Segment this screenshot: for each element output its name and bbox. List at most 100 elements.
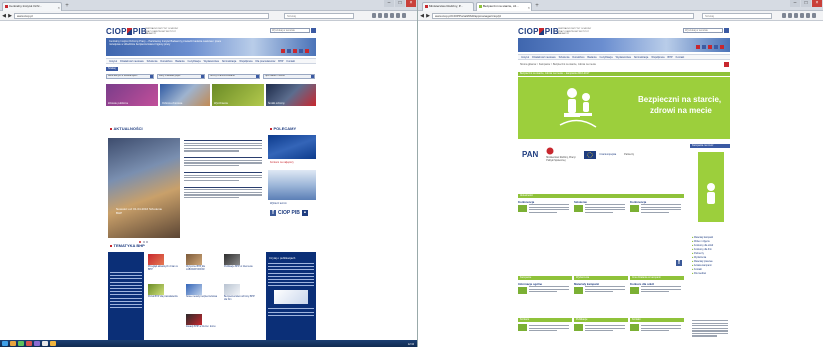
ciop-social-label[interactable]: CIOP PIB: [278, 210, 300, 216]
home-icon[interactable]: [390, 13, 394, 18]
menu-item[interactable]: Certyfikacja: [600, 56, 613, 59]
banner-square-button[interactable]: [708, 45, 712, 49]
site-search-button[interactable]: [311, 28, 316, 33]
bhp-caption[interactable]: Wytyczne BHP dla LABORATORIÓW: [186, 266, 220, 272]
ministry-logo[interactable]: Ministerstwo Rodziny, Pracy i Polityki S…: [546, 147, 576, 162]
site-logo[interactable]: CIOP PIB: [518, 27, 559, 36]
partners-logo[interactable]: Partnerzy: [624, 154, 634, 156]
side-campaign-poster[interactable]: [698, 152, 724, 222]
recommended-link[interactable]: Konkurs na najlepszy: [268, 161, 316, 166]
menu-item[interactable]: BHP: [278, 60, 283, 63]
site-search-input[interactable]: Wyszukaj w serwisie: [683, 28, 723, 33]
download-icon[interactable]: [384, 13, 388, 18]
menu-item[interactable]: Działalność naukowa: [532, 56, 556, 59]
site-search-button[interactable]: [724, 28, 729, 33]
menu-item[interactable]: Współpraca: [651, 56, 664, 59]
info-thumb[interactable]: [574, 287, 583, 294]
news-thumb[interactable]: [518, 205, 527, 212]
close-window-button[interactable]: ×: [812, 0, 822, 7]
minimize-button[interactable]: –: [384, 0, 394, 7]
taskbar-app-icon[interactable]: [18, 341, 24, 346]
menu-item[interactable]: Dla pracodawców: [256, 60, 276, 63]
promo-tile[interactable]: Środki ochrony: [266, 84, 316, 106]
side-link[interactable]: Dla mediów: [692, 272, 713, 276]
close-window-button[interactable]: ×: [406, 0, 416, 7]
bhp-caption[interactable]: Nowe metody bezpieczeństwa: [186, 296, 220, 299]
address-bar[interactable]: www.ciop.pl/CIOPPortalWAR/appmanager/cio…: [432, 13, 694, 19]
addon-icon[interactable]: [396, 13, 400, 18]
campaign-hero[interactable]: Bezpieczni na starcie, zdrowi na mecie: [518, 77, 730, 139]
site-logo[interactable]: CIOP PIB: [106, 27, 147, 36]
menu-item[interactable]: Certyfikacja: [188, 60, 201, 63]
browser-tab[interactable]: Centralny Instytut Ochr... ×: [2, 2, 62, 11]
bhp-thumb[interactable]: [148, 254, 164, 265]
banner-square-button[interactable]: [287, 49, 291, 53]
search-bar[interactable]: Szukaj: [284, 13, 354, 19]
taskbar-app-icon[interactable]: [34, 341, 40, 346]
menu-item[interactable]: Badania: [587, 56, 596, 59]
news-feature-image[interactable]: Nowości od: 01.04.2016 Szkolenie BHP: [108, 138, 180, 238]
menu-item[interactable]: Działalność naukowa: [120, 60, 144, 63]
star-icon[interactable]: [372, 13, 376, 18]
bhp-caption[interactable]: Przegląd aktualnych zmian w BHP: [148, 266, 182, 272]
forward-arrow-icon[interactable]: ▶: [7, 13, 13, 19]
menu-icon[interactable]: [812, 13, 816, 18]
menu-item[interactable]: Badania: [175, 60, 184, 63]
info-thumb[interactable]: [518, 324, 527, 331]
carousel-dot[interactable]: [146, 241, 148, 243]
menu-item[interactable]: Kontakt: [676, 56, 684, 59]
banner-square-button[interactable]: [714, 45, 718, 49]
maximize-button[interactable]: □: [801, 0, 811, 7]
share-icon[interactable]: ▪: [301, 210, 308, 216]
star-icon[interactable]: [782, 13, 786, 18]
library-icon[interactable]: [378, 13, 382, 18]
quick-select[interactable]: Karty charakterystyki: [157, 74, 205, 79]
menu-item[interactable]: Wydawnictwa: [204, 60, 219, 63]
bhp-caption[interactable]: Portal BHP dla pracodawców: [148, 296, 182, 299]
quick-select[interactable]: Baza danych o substancjach: [106, 74, 154, 79]
banner-square-button[interactable]: [305, 49, 309, 53]
facebook-icon[interactable]: f: [676, 260, 682, 266]
info-thumb[interactable]: [630, 324, 639, 331]
close-icon[interactable]: ×: [528, 5, 530, 10]
bhp-caption[interactable]: Bezpieczeństwo ochrony BHP dla firm: [224, 296, 258, 302]
news-thumb[interactable]: [574, 205, 583, 212]
taskbar-app-icon[interactable]: [42, 341, 48, 346]
bhp-caption[interactable]: Zasady BHP w biurze i domu: [186, 326, 220, 329]
address-bar[interactable]: www.ciop.pl: [14, 13, 269, 19]
bhp-thumb[interactable]: [186, 284, 202, 295]
browser-tab[interactable]: Ministerstwo Rodziny, P...: [422, 2, 474, 11]
taskbar-app-icon[interactable]: [26, 341, 32, 346]
info-thumb[interactable]: [574, 324, 583, 331]
menu-item[interactable]: Doradztwo: [160, 60, 172, 63]
menu-item[interactable]: Instytut: [109, 60, 117, 63]
menu-item[interactable]: Doradztwo: [572, 56, 584, 59]
bhp-thumb[interactable]: [224, 254, 240, 265]
taskbar-app-icon[interactable]: [50, 341, 56, 346]
promo-tile[interactable]: Zdrowie publiczne: [106, 84, 158, 106]
menu-item[interactable]: Instytut: [521, 56, 529, 59]
rss-icon[interactable]: [724, 62, 729, 67]
minimize-button[interactable]: –: [790, 0, 800, 7]
promo-tile[interactable]: Wyróżnienia: [212, 84, 264, 106]
menu-item[interactable]: Szkolenia: [559, 56, 570, 59]
info-thumb[interactable]: [630, 287, 639, 294]
browser-tab-active[interactable]: Bezpieczni na starcie, zd... ×: [476, 2, 532, 11]
quick-select[interactable]: Spis badań i metod: [263, 74, 315, 79]
menu-item[interactable]: BHP: [668, 56, 673, 59]
quick-select[interactable]: Normy zharmonizowane: [208, 74, 260, 79]
bhp-thumb[interactable]: [186, 314, 202, 325]
banner-square-button[interactable]: [293, 49, 297, 53]
home-icon[interactable]: [800, 13, 804, 18]
banner-square-button[interactable]: [702, 45, 706, 49]
banner-square-button[interactable]: [696, 45, 700, 49]
facebook-icon[interactable]: f: [270, 210, 276, 216]
recommended-image[interactable]: [268, 135, 316, 159]
start-button[interactable]: [2, 341, 8, 346]
new-tab-button[interactable]: +: [534, 3, 540, 9]
library-icon[interactable]: [788, 13, 792, 18]
menu-item[interactable]: Kontakt: [286, 60, 294, 63]
eu-logo[interactable]: Unia Europejska: [584, 150, 616, 159]
menu-item[interactable]: Normalizacja: [222, 60, 236, 63]
site-search-input[interactable]: Wyszukaj w serwisie: [270, 28, 310, 33]
